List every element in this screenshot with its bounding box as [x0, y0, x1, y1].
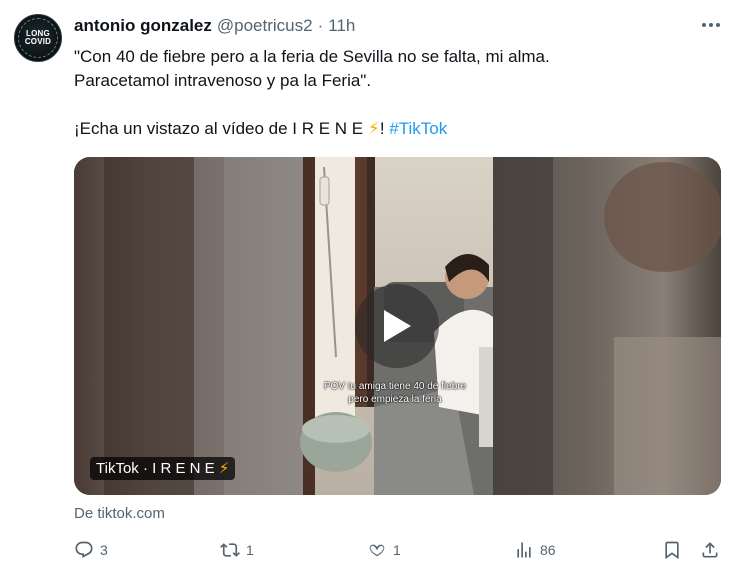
video-card[interactable]: POV tu amiga tiene 40 de fiebre pero emp…	[74, 157, 721, 495]
reply-button[interactable]: 3	[74, 538, 108, 562]
card-source-link[interactable]: De tiktok.com	[74, 505, 165, 522]
repost-count: 1	[246, 542, 254, 558]
video-caption: POV tu amiga tiene 40 de fiebre pero emp…	[323, 381, 467, 405]
tweet-gap	[74, 93, 714, 117]
hashtag-link[interactable]: #TikTok	[389, 119, 447, 138]
card-source-badge: TikTok · I R E N E ⚡	[90, 457, 236, 480]
play-icon	[384, 310, 411, 342]
repost-button[interactable]: 1	[220, 538, 254, 562]
tweet-time[interactable]: 11h	[328, 16, 355, 36]
author-handle[interactable]: @poetricus2	[217, 16, 313, 36]
author-name[interactable]: antonio gonzalez	[74, 16, 212, 36]
badge-text: TikTok · I R E N E	[96, 460, 219, 477]
like-button[interactable]: 1	[367, 538, 401, 562]
views-count: 86	[540, 542, 556, 558]
bookmark-button[interactable]	[662, 538, 682, 562]
lightning-emoji: ⚡	[367, 119, 380, 138]
reply-count: 3	[100, 542, 108, 558]
avatar-text-2: COVID	[24, 37, 52, 46]
tweet-header: antonio gonzalez @poetricus2 · 11h	[74, 16, 355, 36]
like-count: 1	[393, 542, 401, 558]
share-icon	[702, 542, 718, 558]
heart-icon	[369, 544, 385, 557]
tweet-text: "Con 40 de fiebre pero a la feria de Sev…	[74, 45, 714, 141]
tweet-line-3-after: !	[379, 119, 390, 138]
ellipsis-glyph	[702, 23, 720, 27]
reply-icon	[75, 541, 93, 558]
play-button[interactable]	[355, 284, 439, 368]
action-bar: 3 1 1 86	[74, 538, 724, 562]
header-separator: ·	[317, 16, 324, 35]
bookmark-icon	[665, 541, 679, 560]
share-button[interactable]	[700, 538, 720, 562]
tweet-line-3-text: ¡Echa un vistazo al vídeo de I R E N E	[74, 119, 368, 138]
views-bar-chart-icon	[517, 542, 531, 558]
badge-lightning-emoji: ⚡	[218, 460, 230, 477]
views-button[interactable]: 86	[514, 538, 556, 562]
ellipsis-icon[interactable]	[698, 14, 724, 36]
tweet-line-3: ¡Echa un vistazo al vídeo de I R E N E ⚡…	[74, 117, 714, 141]
avatar[interactable]: LONG COVID	[14, 14, 62, 62]
tweet-line-2: Paracetamol intravenoso y pa la Feria".	[74, 71, 372, 90]
repost-icon	[220, 543, 240, 557]
tweet-line-1: "Con 40 de fiebre pero a la feria de Sev…	[74, 47, 550, 66]
